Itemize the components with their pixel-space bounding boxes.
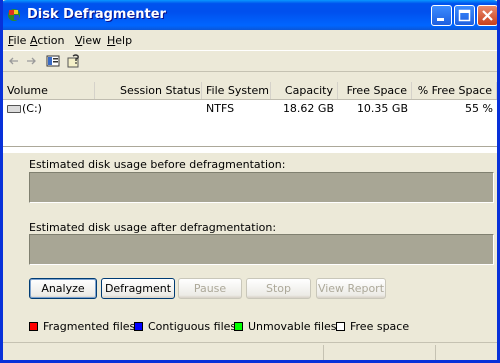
legend-unmovable: Unmovable files [234, 320, 337, 333]
disk-defragmenter-window: Disk Defragmenter File Action View Help … [0, 0, 500, 363]
cell-file-system: NTFS [206, 102, 235, 115]
before-usage-label: Estimated disk usage before defragmentat… [29, 158, 286, 171]
column-header-percent-free[interactable]: % Free Space [412, 82, 497, 99]
unmovable-swatch [234, 321, 243, 331]
forward-arrow-icon[interactable] [23, 53, 39, 69]
close-icon [482, 10, 493, 21]
table-row[interactable]: (C:) NTFS 18.62 GB 10.35 GB 55 % [3, 102, 497, 116]
window-title: Disk Defragmenter [27, 7, 166, 22]
view-report-button[interactable]: View Report [316, 278, 386, 299]
pause-button[interactable]: Pause [178, 278, 242, 299]
back-arrow-icon[interactable] [6, 53, 22, 69]
defragmenter-app-icon [8, 9, 20, 21]
column-header-capacity[interactable]: Capacity [271, 82, 338, 99]
column-header-free-space[interactable]: Free Space [338, 82, 412, 99]
analyze-button[interactable]: Analyze [29, 278, 97, 299]
list-header: Volume Session Status File System Capaci… [3, 82, 497, 100]
menu-help[interactable]: Help [107, 34, 132, 47]
contiguous-swatch [134, 321, 143, 331]
cell-volume: (C:) [3, 102, 95, 116]
menu-action[interactable]: Action [30, 34, 64, 47]
legend-fragmented: Fragmented files [29, 320, 135, 333]
minimize-icon [437, 18, 444, 21]
column-header-volume[interactable]: Volume [3, 82, 95, 99]
minimize-button[interactable] [431, 5, 452, 26]
fragmented-swatch [29, 321, 38, 331]
before-usage-display [29, 172, 494, 203]
maximize-button[interactable] [454, 5, 475, 26]
column-header-file-system[interactable]: File System [202, 82, 271, 99]
cell-percent-free: 55 % [465, 102, 493, 115]
legend-free-space: Free space [336, 320, 409, 333]
defragment-button[interactable]: Defragment [101, 278, 175, 299]
menu-bar: File Action View Help [3, 30, 497, 50]
menu-view[interactable]: View [75, 34, 101, 47]
panel-divider [3, 146, 497, 148]
menu-file[interactable]: File [8, 34, 26, 47]
maximize-icon [458, 9, 471, 22]
properties-help-icon[interactable] [66, 53, 82, 69]
title-bar[interactable]: Disk Defragmenter [3, 0, 497, 30]
legend-contiguous: Contiguous files [134, 320, 236, 333]
after-usage-display [29, 234, 494, 265]
cell-session-status [95, 102, 202, 116]
cell-capacity: 18.62 GB [282, 102, 334, 115]
hard-drive-icon [7, 105, 21, 113]
status-pane-1 [323, 345, 435, 360]
volume-list[interactable]: Volume Session Status File System Capaci… [3, 82, 497, 153]
after-usage-label: Estimated disk usage after defragmentati… [29, 221, 277, 234]
cell-free-space: 10.35 GB [356, 102, 408, 115]
status-bar [3, 342, 497, 360]
toolbar [3, 50, 497, 72]
status-pane-2 [435, 345, 497, 360]
free-space-swatch [336, 321, 345, 331]
stop-button[interactable]: Stop [246, 278, 311, 299]
close-button[interactable] [477, 5, 497, 26]
console-view-icon[interactable] [45, 53, 61, 69]
column-header-session-status[interactable]: Session Status [95, 82, 202, 99]
